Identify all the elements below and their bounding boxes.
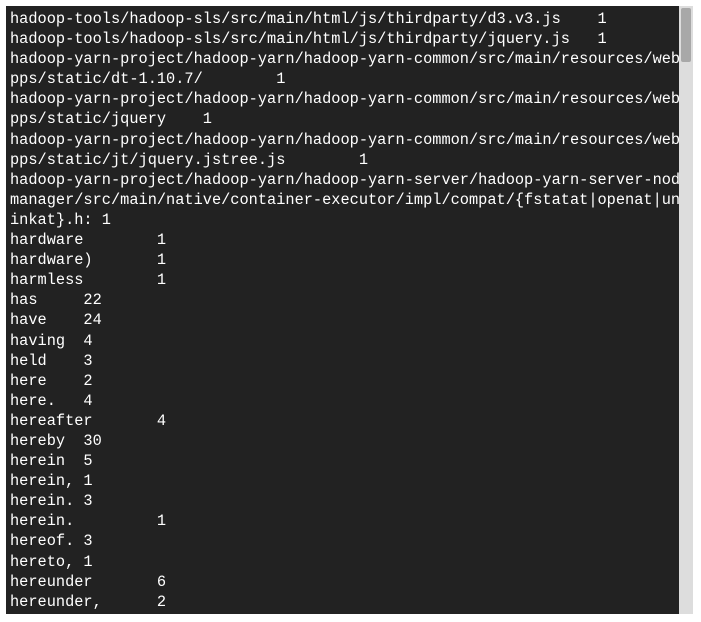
output-line: here 2 bbox=[10, 372, 93, 390]
output-line: herein, 1 bbox=[10, 472, 93, 490]
output-line: has 22 bbox=[10, 291, 102, 309]
output-line: hereunder 6 bbox=[10, 573, 166, 591]
output-line: hardware 1 bbox=[10, 231, 166, 249]
output-line: hereby 30 bbox=[10, 432, 102, 450]
output-line: hadoop-tools/hadoop-sls/src/main/html/js… bbox=[10, 10, 607, 28]
output-line: hereunder, 2 bbox=[10, 593, 166, 611]
output-line: herein 5 bbox=[10, 452, 93, 470]
output-line: hereunder. 4 bbox=[10, 613, 166, 614]
output-line: having 4 bbox=[10, 332, 93, 350]
output-line: held 3 bbox=[10, 352, 93, 370]
output-line: hereto, 1 bbox=[10, 553, 93, 571]
output-line: hadoop-yarn-project/hadoop-yarn/hadoop-y… bbox=[10, 171, 689, 229]
output-line: hadoop-tools/hadoop-sls/src/main/html/js… bbox=[10, 30, 607, 48]
output-line: herein. 1 bbox=[10, 512, 166, 530]
output-line: hereof. 3 bbox=[10, 532, 93, 550]
output-line: have 24 bbox=[10, 311, 102, 329]
output-line: hadoop-yarn-project/hadoop-yarn/hadoop-y… bbox=[10, 131, 689, 169]
output-line: herein. 3 bbox=[10, 492, 93, 510]
output-line: hardware) 1 bbox=[10, 251, 166, 269]
scrollbar-thumb[interactable] bbox=[681, 8, 691, 62]
terminal-content: hadoop-tools/hadoop-sls/src/main/html/js… bbox=[10, 9, 693, 614]
output-line: hadoop-yarn-project/hadoop-yarn/hadoop-y… bbox=[10, 90, 689, 128]
terminal-output: hadoop-tools/hadoop-sls/src/main/html/js… bbox=[6, 6, 693, 614]
output-line: harmless 1 bbox=[10, 271, 166, 289]
app-frame: hadoop-tools/hadoop-sls/src/main/html/js… bbox=[0, 0, 701, 622]
scrollbar-track[interactable] bbox=[679, 6, 693, 614]
output-line: hadoop-yarn-project/hadoop-yarn/hadoop-y… bbox=[10, 50, 689, 88]
output-line: hereafter 4 bbox=[10, 412, 166, 430]
output-line: here. 4 bbox=[10, 392, 93, 410]
